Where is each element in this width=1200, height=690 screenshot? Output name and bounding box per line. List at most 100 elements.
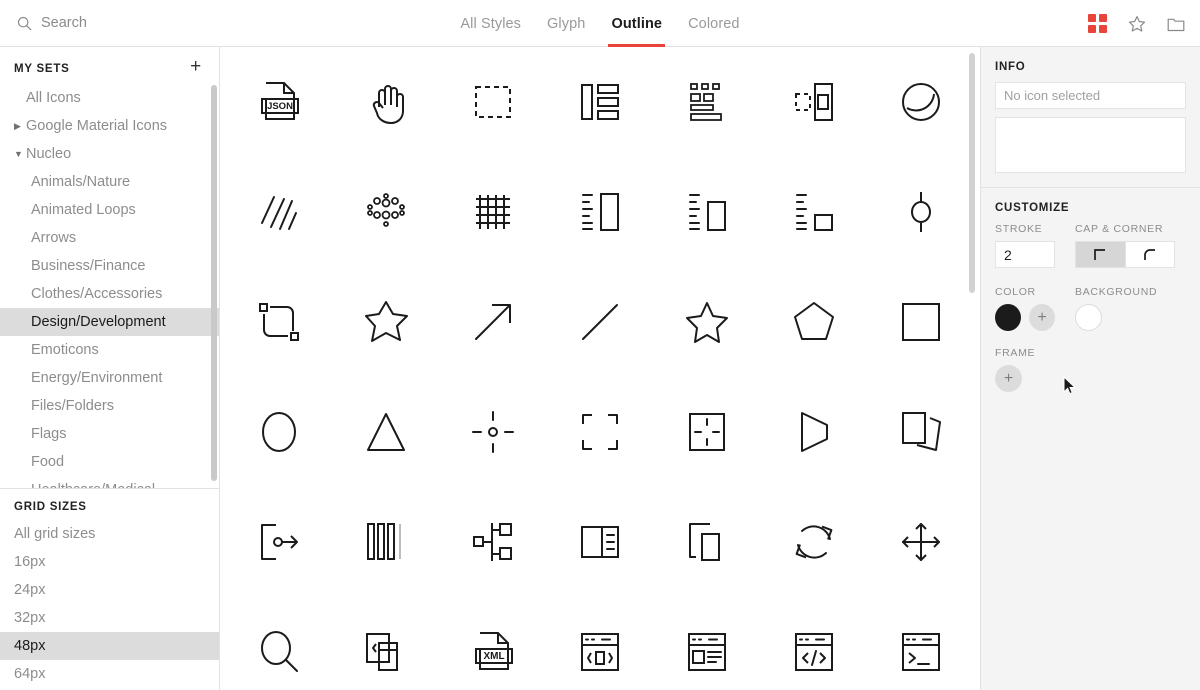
blob-star-icon[interactable]: [361, 297, 411, 347]
triangle-icon[interactable]: [361, 407, 411, 457]
chevron-down-icon[interactable]: ▼: [14, 149, 25, 159]
align-object-icon[interactable]: [789, 77, 839, 127]
grid-size-item-16px[interactable]: 16px: [0, 548, 219, 576]
icon-cell[interactable]: [440, 157, 547, 267]
icon-cell[interactable]: [440, 377, 547, 487]
icon-cell[interactable]: [867, 597, 974, 690]
hand-icon[interactable]: [361, 77, 411, 127]
diagonal-lines-icon[interactable]: [254, 187, 304, 237]
square-icon[interactable]: [896, 297, 946, 347]
icon-cell[interactable]: [547, 267, 654, 377]
icon-cell[interactable]: [333, 377, 440, 487]
sidebar-item-animals-nature[interactable]: Animals/Nature: [0, 168, 219, 196]
layers-columns-icon[interactable]: [361, 517, 411, 567]
icon-cell[interactable]: [653, 597, 760, 690]
sidebar-scrollbar[interactable]: [211, 85, 217, 481]
chevron-right-icon[interactable]: ▶: [14, 121, 25, 131]
sidebar-item-animated-loops[interactable]: Animated Loops: [0, 196, 219, 224]
responsive-devices-icon[interactable]: [361, 627, 411, 677]
icon-cell[interactable]: [867, 267, 974, 377]
browser-responsive-icon[interactable]: [575, 627, 625, 677]
search-input[interactable]: [41, 15, 201, 31]
path-nodes-icon[interactable]: [254, 297, 304, 347]
icon-cell[interactable]: [653, 487, 760, 597]
sidebar-item-nucleo[interactable]: ▼ Nucleo: [0, 140, 219, 168]
grid-size-item-48px[interactable]: 48px: [0, 632, 219, 660]
tab-all-styles[interactable]: All Styles: [460, 0, 521, 47]
sidebar-item-flags[interactable]: Flags: [0, 420, 219, 448]
icon-cell[interactable]: [333, 267, 440, 377]
sidebar-item-files-folders[interactable]: Files/Folders: [0, 392, 219, 420]
icon-cell[interactable]: [547, 47, 654, 157]
sidebar-item-healthcare-medical[interactable]: Healthcare/Medical: [0, 476, 219, 488]
browser-layout-icon[interactable]: [682, 627, 732, 677]
sidebar-item-google-material-icons[interactable]: ▶ Google Material Icons: [0, 112, 219, 140]
tab-colored[interactable]: Colored: [688, 0, 739, 47]
icon-cell[interactable]: [547, 597, 654, 690]
icon-cell[interactable]: [226, 377, 333, 487]
move-arrows-icon[interactable]: [896, 517, 946, 567]
icon-cell[interactable]: [440, 487, 547, 597]
perspective-icon[interactable]: [789, 407, 839, 457]
crop-marks-icon[interactable]: [575, 407, 625, 457]
duplicate-icon[interactable]: [682, 517, 732, 567]
icon-cell[interactable]: [653, 377, 760, 487]
icon-cell[interactable]: [760, 597, 867, 690]
magnifier-icon[interactable]: [254, 627, 304, 677]
arrow-diagonal-icon[interactable]: [468, 297, 518, 347]
mesh-grid-icon[interactable]: [468, 187, 518, 237]
icon-cell[interactable]: [653, 157, 760, 267]
icon-cell[interactable]: [760, 377, 867, 487]
ruler-medium-rect-icon[interactable]: [682, 187, 732, 237]
icon-cell[interactable]: [226, 157, 333, 267]
icon-cell[interactable]: [760, 47, 867, 157]
node-anchor-icon[interactable]: [896, 187, 946, 237]
sidebar-item-arrows[interactable]: Arrows: [0, 224, 219, 252]
sharp-corner-icon[interactable]: [1075, 241, 1126, 268]
sidebar-item-all-icons[interactable]: All Icons: [0, 84, 219, 112]
terminal-icon[interactable]: [896, 627, 946, 677]
icon-cell[interactable]: [653, 47, 760, 157]
icon-cell[interactable]: [867, 157, 974, 267]
layout-sidebar-icon[interactable]: [575, 77, 625, 127]
icon-cell[interactable]: [867, 487, 974, 597]
ruler-small-rect-icon[interactable]: [789, 187, 839, 237]
star-shape-icon[interactable]: [682, 297, 732, 347]
line-icon[interactable]: [575, 297, 625, 347]
icon-cell[interactable]: XML: [440, 597, 547, 690]
panel-split-icon[interactable]: [575, 517, 625, 567]
grid-scrollbar[interactable]: [969, 53, 975, 293]
icon-cell[interactable]: [867, 47, 974, 157]
grid-size-item-all-grid-sizes[interactable]: All grid sizes: [0, 520, 219, 548]
sidebar-item-emoticons[interactable]: Emoticons: [0, 336, 219, 364]
sidebar-item-food[interactable]: Food: [0, 448, 219, 476]
icon-cell[interactable]: [226, 487, 333, 597]
sidebar-item-clothes-accessories[interactable]: Clothes/Accessories: [0, 280, 219, 308]
pentagon-icon[interactable]: [789, 297, 839, 347]
icon-cell[interactable]: JSON: [226, 47, 333, 157]
sidebar-item-business-finance[interactable]: Business/Finance: [0, 252, 219, 280]
icon-cell[interactable]: [547, 157, 654, 267]
icon-cell[interactable]: [653, 267, 760, 377]
add-color-button[interactable]: +: [1029, 304, 1055, 331]
icon-cell[interactable]: [333, 487, 440, 597]
icon-cell[interactable]: [440, 267, 547, 377]
background-swatch[interactable]: [1075, 304, 1102, 331]
grid-size-item-32px[interactable]: 32px: [0, 604, 219, 632]
add-set-button[interactable]: +: [187, 57, 205, 76]
circle-crescent-icon[interactable]: [896, 77, 946, 127]
add-frame-button[interactable]: +: [995, 365, 1022, 392]
icon-cell[interactable]: [760, 487, 867, 597]
circle-shape-icon[interactable]: [254, 407, 304, 457]
icon-cell[interactable]: [333, 47, 440, 157]
export-arrow-icon[interactable]: [254, 517, 304, 567]
browser-code-icon[interactable]: [789, 627, 839, 677]
star-icon[interactable]: [1127, 14, 1147, 34]
icon-cell[interactable]: [760, 267, 867, 377]
icon-cell[interactable]: [867, 377, 974, 487]
icon-cell[interactable]: [760, 157, 867, 267]
icon-tags-field[interactable]: [995, 117, 1186, 173]
sidebar-item-energy-environment[interactable]: Energy/Environment: [0, 364, 219, 392]
node-tree-icon[interactable]: [468, 517, 518, 567]
dashed-square-icon[interactable]: [468, 77, 518, 127]
